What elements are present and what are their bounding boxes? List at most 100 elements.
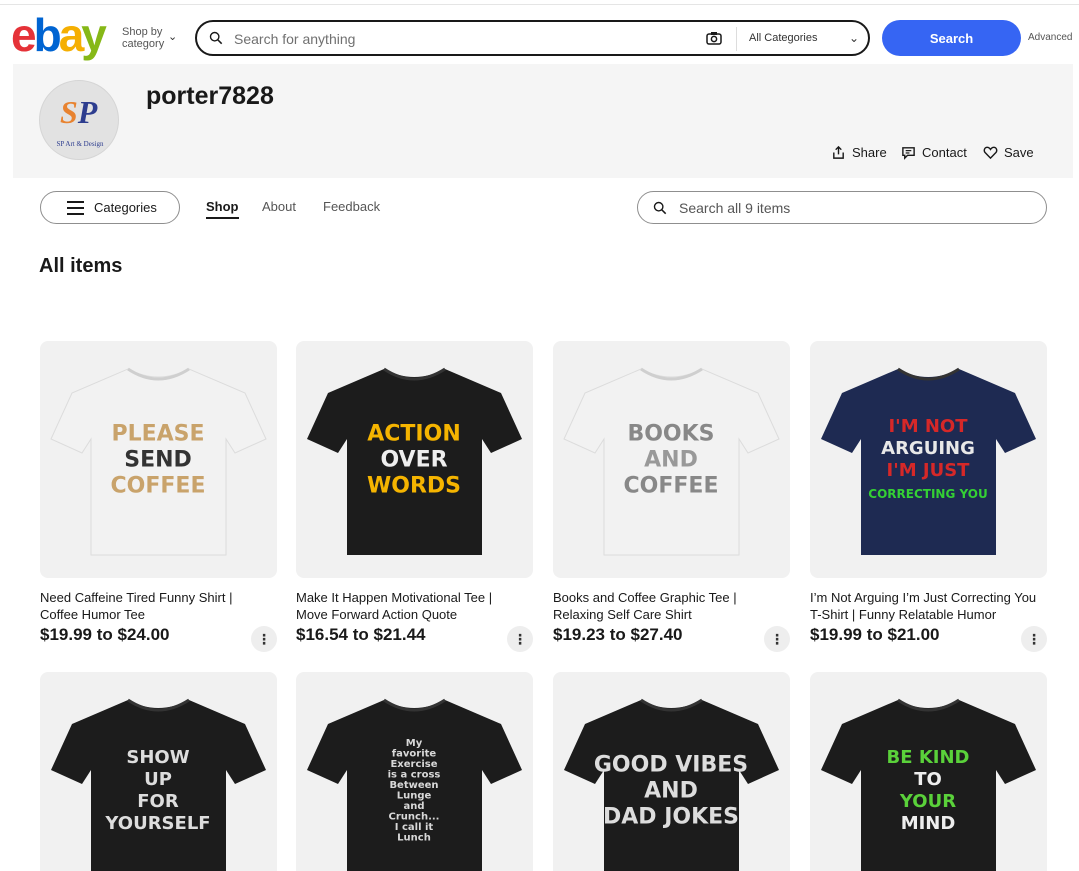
product-title[interactable]: Books and Coffee Graphic Tee | Relaxing … bbox=[553, 589, 783, 623]
shirt-print-line: Crunch... bbox=[389, 812, 440, 823]
shop-by-line1: Shop by bbox=[122, 26, 163, 38]
shirt-print-line: COFFEE bbox=[111, 473, 206, 498]
tshirt-graphic: MyfavoriteExerciseis a crossBetweenLunge… bbox=[307, 698, 522, 871]
product-image[interactable]: SHOW UP FOR YOURSELF bbox=[40, 672, 277, 871]
shirt-print-line: Exercise bbox=[390, 759, 437, 770]
shop-by-line2: category bbox=[122, 38, 165, 50]
shirt-print-line: Lunge bbox=[397, 791, 432, 802]
product-card[interactable]: ACTION OVER WORDS Make It Happen Motivation… bbox=[296, 341, 533, 652]
categories-label: Categories bbox=[94, 200, 157, 215]
shirt-print-line: favorite bbox=[392, 749, 437, 760]
shirt-print-line: and bbox=[403, 801, 424, 812]
search-icon bbox=[653, 201, 667, 215]
shirt-print-line: ACTION bbox=[367, 421, 460, 446]
search-divider bbox=[736, 27, 737, 51]
product-card[interactable]: GOOD VIBES AND DAD JOKES bbox=[553, 672, 790, 871]
category-select[interactable]: All Categories bbox=[749, 32, 817, 44]
search-input[interactable]: Search for anything bbox=[234, 31, 355, 47]
product-card[interactable]: BE KIND TO YOUR MIND bbox=[810, 672, 1047, 871]
product-card[interactable]: SHOW UP FOR YOURSELF bbox=[40, 672, 277, 871]
contact-label: Contact bbox=[922, 145, 967, 160]
logo-letter: b bbox=[33, 9, 62, 61]
shirt-print-line: Between bbox=[389, 780, 438, 791]
tab-shop[interactable]: Shop bbox=[206, 199, 239, 219]
more-options-icon[interactable]: ⋮ bbox=[507, 626, 533, 652]
product-image[interactable]: PLEASE SEND COFFEE bbox=[40, 341, 277, 578]
store-search-input[interactable]: Search all 9 items bbox=[679, 200, 790, 216]
search-button[interactable]: Search bbox=[882, 20, 1021, 56]
product-image[interactable]: ACTION OVER WORDS bbox=[296, 341, 533, 578]
shirt-print-line: BE KIND bbox=[887, 747, 970, 768]
tshirt-graphic: I'M NOTARGUINGI'M JUST CORRECTING YOU bbox=[821, 367, 1036, 555]
contact-button[interactable]: Contact bbox=[901, 145, 967, 160]
shirt-print-line: WORDS bbox=[367, 473, 461, 498]
more-options-icon[interactable]: ⋮ bbox=[1021, 626, 1047, 652]
more-options-icon[interactable]: ⋮ bbox=[251, 626, 277, 652]
product-price: $19.99 to $24.00 bbox=[40, 625, 170, 644]
shirt-print-line: YOURSELF bbox=[104, 813, 210, 834]
product-image[interactable]: I'M NOT ARGUING I'M JUST CORRECTING YOU bbox=[810, 341, 1047, 578]
shirt-print-line: SHOW bbox=[126, 747, 189, 768]
product-price: $19.23 to $27.40 bbox=[553, 625, 683, 644]
shirt-print-line: is a cross bbox=[388, 770, 441, 781]
tab-feedback[interactable]: Feedback bbox=[323, 199, 380, 214]
advanced-search-link[interactable]: Advanced bbox=[1028, 32, 1072, 43]
store-logo: SP SP Art & Design bbox=[39, 80, 119, 160]
shirt-print-line: ARGUING bbox=[881, 438, 975, 459]
product-price: $16.54 to $21.44 bbox=[296, 625, 426, 644]
product-image[interactable]: BOOKS AND COFFEE bbox=[553, 341, 790, 578]
ebay-logo[interactable]: ebay bbox=[11, 9, 107, 61]
shirt-print-line: TO bbox=[914, 769, 942, 790]
product-image[interactable]: GOOD VIBES AND DAD JOKES bbox=[553, 672, 790, 871]
chevron-down-icon[interactable]: ⌄ bbox=[168, 30, 177, 43]
product-image[interactable]: BE KIND TO YOUR MIND bbox=[810, 672, 1047, 871]
product-title[interactable]: Need Caffeine Tired Funny Shirt | Coffee… bbox=[40, 589, 270, 623]
logo-letter: e bbox=[11, 9, 37, 61]
more-options-icon[interactable]: ⋮ bbox=[764, 626, 790, 652]
heart-icon bbox=[983, 146, 998, 160]
tshirt-graphic: BE KINDTOYOURMIND bbox=[821, 698, 1036, 871]
shirt-print-line: OVER bbox=[380, 447, 447, 472]
product-card[interactable]: I'M NOT ARGUING I'M JUST CORRECTING YOU I’m … bbox=[810, 341, 1047, 652]
product-title[interactable]: I’m Not Arguing I’m Just Correcting You … bbox=[810, 589, 1040, 623]
store-logo-monogram: SP bbox=[60, 94, 97, 131]
shirt-print-line: PLEASE bbox=[111, 421, 204, 446]
tshirt-graphic: PLEASESENDCOFFEE bbox=[50, 367, 267, 556]
shirt-print-line: I'M JUST bbox=[887, 460, 971, 481]
product-image[interactable]: My favorite Exercise is a cross Between Lunge… bbox=[296, 672, 533, 871]
save-button[interactable]: Save bbox=[983, 145, 1034, 160]
product-card[interactable]: PLEASE SEND COFFEE Need Caffeine Tired Funn… bbox=[40, 341, 277, 652]
product-card[interactable]: BOOKS AND COFFEE Books and Coffee Graphic T… bbox=[553, 341, 790, 652]
chevron-down-icon[interactable]: ⌄ bbox=[849, 31, 859, 45]
shirt-print-line: CORRECTING YOU bbox=[868, 487, 987, 501]
tshirt-graphic: ACTIONOVERWORDS bbox=[307, 367, 522, 555]
product-price: $19.99 to $21.00 bbox=[810, 625, 940, 644]
share-label: Share bbox=[852, 145, 887, 160]
shirt-print-line: I call it bbox=[395, 822, 434, 833]
logo-s: S bbox=[60, 94, 78, 130]
shop-by-category-button[interactable]: Shop by category bbox=[122, 26, 164, 50]
message-icon bbox=[902, 147, 915, 160]
section-title: All items bbox=[39, 255, 123, 277]
save-label: Save bbox=[1004, 145, 1034, 160]
shirt-print-line: COFFEE bbox=[624, 473, 719, 498]
logo-letter: y bbox=[81, 9, 107, 61]
shirt-print-line: Lunch bbox=[397, 833, 431, 844]
search-icon bbox=[209, 31, 223, 45]
top-border bbox=[0, 4, 1079, 5]
store-search-bar[interactable]: Search all 9 items bbox=[637, 191, 1047, 224]
shirt-print-line: SEND bbox=[124, 447, 192, 472]
tshirt-graphic: BOOKSANDCOFFEE bbox=[563, 367, 780, 556]
tshirt-graphic: GOOD VIBESANDDAD JOKES bbox=[564, 698, 779, 871]
product-title[interactable]: Make It Happen Motivational Tee | Move F… bbox=[296, 589, 526, 623]
camera-icon[interactable] bbox=[706, 31, 722, 45]
categories-button[interactable]: Categories bbox=[40, 191, 180, 224]
product-card[interactable]: My favorite Exercise is a cross Between Lunge… bbox=[296, 672, 533, 871]
share-button[interactable]: Share bbox=[831, 145, 887, 160]
menu-icon bbox=[67, 200, 84, 215]
tab-about[interactable]: About bbox=[262, 199, 296, 214]
shirt-print-line: I'M NOT bbox=[888, 416, 968, 437]
share-icon bbox=[833, 145, 844, 159]
store-logo-caption: SP Art & Design bbox=[56, 140, 104, 148]
search-bar[interactable]: Search for anything All Categories ⌄ bbox=[195, 20, 870, 56]
